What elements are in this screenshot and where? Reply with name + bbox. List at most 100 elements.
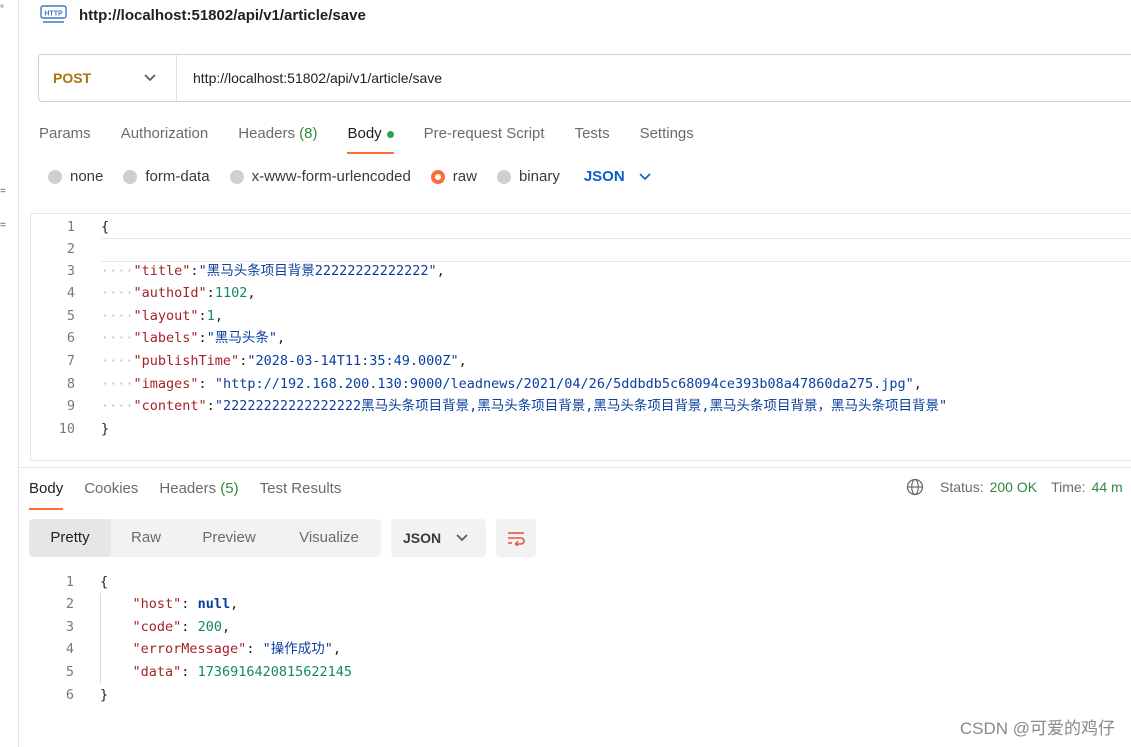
tab-label: Params bbox=[39, 125, 91, 142]
tab-label: Pre-request Script bbox=[423, 125, 545, 142]
line-number: 10 bbox=[58, 421, 75, 437]
line-number: 4 bbox=[66, 285, 75, 301]
tab-body[interactable]: Body bbox=[347, 122, 394, 154]
radio-label: form-data bbox=[145, 168, 210, 185]
json-key: "content" bbox=[133, 398, 207, 414]
response-tab-test-results[interactable]: Test Results bbox=[260, 478, 342, 510]
tab-label: Body bbox=[29, 480, 64, 497]
line-number: 8 bbox=[66, 376, 75, 392]
code-line: ····"publishTime":"2028-03-14T11:35:49.0… bbox=[101, 353, 467, 369]
line-number: 1 bbox=[65, 574, 74, 590]
open-brace: { bbox=[101, 219, 110, 235]
view-label: Pretty bbox=[50, 529, 90, 546]
time-label: Time: bbox=[1051, 479, 1086, 495]
response-body-viewer[interactable]: 1 2 3 4 5 6 { "host": null, "code": 200,… bbox=[30, 571, 830, 703]
json-key: "data" bbox=[132, 664, 182, 680]
json-value: "黑马头条项目背景22222222222222" bbox=[198, 263, 437, 279]
json-sep: : bbox=[206, 398, 215, 414]
json-sep: : bbox=[198, 330, 207, 346]
response-format-label: JSON bbox=[403, 530, 442, 546]
open-brace: { bbox=[100, 574, 109, 590]
code-line: "code": 200, bbox=[132, 619, 231, 635]
radio-label: none bbox=[70, 168, 104, 185]
wrap-lines-button[interactable] bbox=[496, 519, 536, 557]
line-number: 4 bbox=[65, 641, 74, 657]
line-number: 5 bbox=[66, 308, 75, 324]
headers-count: (5) bbox=[220, 480, 239, 497]
tab-tests[interactable]: Tests bbox=[575, 122, 610, 154]
radio-circle-icon bbox=[496, 169, 511, 184]
response-divider bbox=[18, 467, 1131, 468]
view-pretty-button[interactable]: Pretty bbox=[29, 519, 111, 557]
line-number: 7 bbox=[66, 353, 75, 369]
view-visualize-button[interactable]: Visualize bbox=[277, 519, 381, 557]
response-format-dropdown[interactable]: JSON bbox=[391, 519, 486, 557]
tab-settings[interactable]: Settings bbox=[640, 122, 694, 154]
request-tabs: Params Authorization Headers (8) Body Pr… bbox=[39, 122, 724, 154]
status-value[interactable]: 200 OK bbox=[990, 479, 1037, 495]
code-line: ····"title":"黑马头条项目背景22222222222222", bbox=[101, 263, 445, 279]
request-title[interactable]: http://localhost:51802/api/v1/article/sa… bbox=[79, 7, 366, 24]
line-number: 3 bbox=[65, 619, 74, 635]
radio-label: x-www-form-urlencoded bbox=[251, 168, 411, 185]
response-tab-body[interactable]: Body bbox=[29, 478, 64, 510]
json-key: "authoId" bbox=[133, 285, 207, 301]
radio-binary[interactable]: binary bbox=[496, 168, 560, 185]
json-key: "code" bbox=[132, 619, 182, 635]
json-value: 1736916420815622145 bbox=[197, 664, 352, 680]
tab-headers[interactable]: Headers (8) bbox=[238, 122, 317, 154]
json-key: "title" bbox=[133, 263, 191, 279]
code-line: ····"labels":"黑马头条", bbox=[101, 330, 286, 346]
line-number: 3 bbox=[66, 263, 75, 279]
json-value: 1 bbox=[206, 308, 215, 324]
radio-none[interactable]: none bbox=[48, 168, 103, 185]
code-line: } bbox=[101, 418, 109, 440]
url-input[interactable]: http://localhost:51802/api/v1/article/sa… bbox=[177, 70, 442, 86]
radio-raw[interactable]: raw bbox=[430, 168, 477, 185]
body-format-label: JSON bbox=[583, 168, 625, 185]
json-value: "操作成功" bbox=[262, 641, 333, 657]
tab-label: Settings bbox=[639, 125, 694, 142]
body-format-dropdown[interactable]: JSON bbox=[584, 168, 651, 185]
tab-authorization[interactable]: Authorization bbox=[121, 122, 209, 154]
radio-form-data[interactable]: form-data bbox=[123, 168, 210, 185]
method-selector[interactable]: POST bbox=[39, 55, 177, 101]
globe-icon[interactable] bbox=[906, 478, 924, 496]
code-line: "host": null, bbox=[132, 596, 239, 612]
json-end: , bbox=[458, 353, 467, 369]
json-value: 200 bbox=[197, 619, 222, 635]
radio-x-www-form-urlencoded[interactable]: x-www-form-urlencoded bbox=[229, 168, 411, 185]
tab-label: Authorization bbox=[120, 125, 209, 142]
view-label: Visualize bbox=[299, 529, 359, 546]
body-type-options: none form-data x-www-form-urlencoded raw… bbox=[48, 168, 651, 185]
view-raw-button[interactable]: Raw bbox=[111, 519, 181, 557]
close-brace: } bbox=[100, 687, 109, 703]
json-end: , bbox=[230, 596, 239, 612]
json-value: "黑马头条" bbox=[206, 330, 277, 346]
headers-count: (8) bbox=[299, 125, 318, 142]
request-body-editor[interactable]: 1 2 3 4 5 6 7 8 9 10 { ····"title":"黑马头条… bbox=[30, 213, 1131, 461]
tab-params[interactable]: Params bbox=[39, 122, 91, 154]
tab-label: Cookies bbox=[84, 480, 139, 497]
line-number: 6 bbox=[65, 687, 74, 703]
collapsed-marker: ° bbox=[0, 4, 4, 15]
line-number: 2 bbox=[66, 241, 75, 257]
json-value: "2028-03-14T11:35:49.000Z" bbox=[247, 353, 459, 369]
line-number: 5 bbox=[65, 664, 74, 680]
radio-label: binary bbox=[518, 168, 560, 185]
radio-label: raw bbox=[452, 168, 477, 185]
line-number: 1 bbox=[66, 219, 75, 235]
json-end: , bbox=[221, 619, 231, 635]
view-preview-button[interactable]: Preview bbox=[181, 519, 277, 557]
response-tab-cookies[interactable]: Cookies bbox=[84, 478, 138, 510]
chevron-down-icon bbox=[456, 534, 468, 542]
code-line: { bbox=[101, 216, 109, 238]
collapsed-marker: = bbox=[0, 186, 6, 197]
response-tab-headers[interactable]: Headers (5) bbox=[159, 478, 238, 510]
radio-circle-icon bbox=[229, 169, 244, 184]
json-end: , bbox=[276, 330, 286, 346]
code-line: ····"images": "http://192.168.200.130:90… bbox=[101, 376, 922, 392]
time-value[interactable]: 44 m bbox=[1092, 479, 1123, 495]
tab-pre-request-script[interactable]: Pre-request Script bbox=[424, 122, 545, 154]
response-status: Status: 200 OK Time: 44 m bbox=[906, 478, 1123, 496]
